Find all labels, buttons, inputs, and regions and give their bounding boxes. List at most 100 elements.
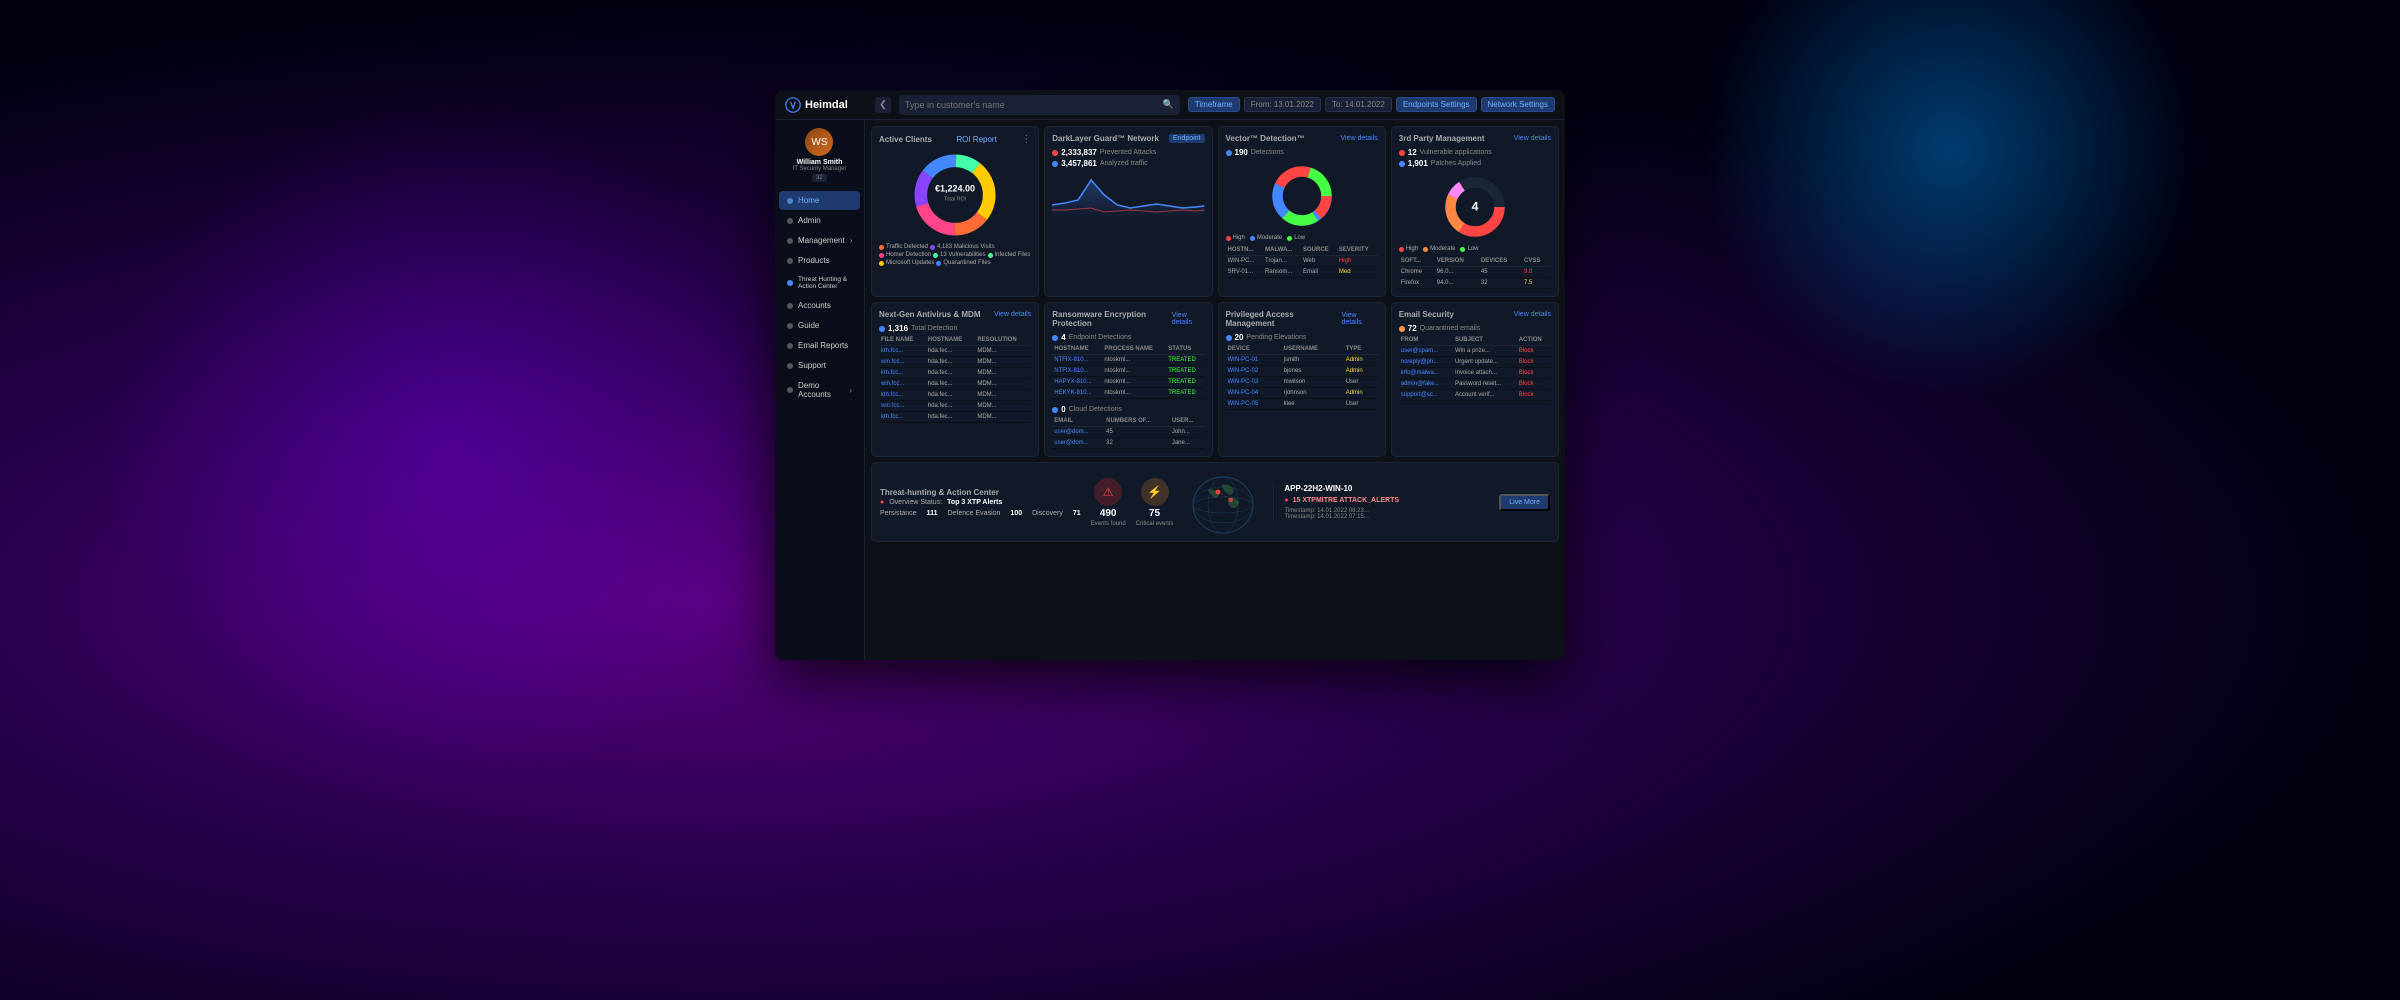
pam-stat-pending: 20 Pending Elevations <box>1226 333 1378 342</box>
threat-critical-stat: ⚡ 75 Critical events <box>1136 478 1174 527</box>
pam-view-details[interactable]: View details <box>1342 312 1378 326</box>
to-date-button[interactable]: To: 14.01.2022 <box>1325 97 1392 112</box>
email-dot-quarantined <box>1399 326 1405 332</box>
rw-cloud-col-email: EMAIL <box>1052 416 1104 427</box>
from-date-button[interactable]: From: 13.01.2022 <box>1244 97 1321 112</box>
vector-detections-value: 190 <box>1235 148 1248 157</box>
legend-malicious: 4,183 Malicious Visits <box>930 244 995 250</box>
table-row: WIN-PC-03 mwilson User <box>1226 377 1378 388</box>
sidebar-label-admin: Admin <box>798 216 821 225</box>
sidebar-item-products[interactable]: Products <box>779 251 860 270</box>
email-col-from: FROM <box>1399 335 1453 346</box>
third-party-dot-vuln <box>1399 150 1405 156</box>
third-party-legend-high: High <box>1399 246 1418 252</box>
legend-dot-quarantine <box>936 261 941 266</box>
sidebar-item-demo-accounts[interactable]: Demo Accounts › <box>779 376 860 404</box>
legend-ms: Microsoft Updates <box>879 260 934 266</box>
roi-donut-container: €1,224.00 Total ROI <box>879 150 1031 240</box>
table-row: win.fcc... hda.fec... MDM... <box>879 401 1031 412</box>
timeframe-button[interactable]: Timeframe <box>1188 97 1240 112</box>
ransomware-cloud-value: 0 <box>1061 405 1065 414</box>
sidebar-dot-accounts <box>787 303 793 309</box>
logo-text: Heimdal <box>805 99 848 111</box>
nextgen-table: FILE NAME HOSTNAME RESOLUTION kth.fcc...… <box>879 335 1031 423</box>
threat-hunting-title: Threat-hunting & Action Center <box>880 488 1081 497</box>
live-more-button[interactable]: Live More <box>1499 494 1550 511</box>
pam-pending-label: Pending Elevations <box>1246 334 1306 341</box>
sidebar-label-home: Home <box>798 196 819 205</box>
pam-table: DEVICE USERNAME TYPE WIN-PC-01 jsmith Ad… <box>1226 344 1378 410</box>
table-row: info@malwa... Invoice attach... Block <box>1399 368 1551 379</box>
table-row: HAPYX-810... ntoskrnl... TREATED <box>1052 377 1204 388</box>
third-party-view-details[interactable]: View details <box>1514 135 1551 142</box>
sidebar-dot-threat-hunting <box>787 280 793 286</box>
table-row: kth.fcc... hda.fec... MDM... <box>879 368 1031 379</box>
globe-area <box>1183 467 1263 537</box>
collapse-button[interactable]: ❮ <box>875 97 891 113</box>
legend-dot-infected <box>988 253 993 258</box>
threat-metrics: Persistance 111 Defence Evasion 100 Disc… <box>880 510 1081 517</box>
ransomware-view-details[interactable]: View details <box>1172 312 1205 326</box>
threat-persistence-label: Persistance <box>880 510 917 517</box>
threat-defence-value: 100 <box>1010 510 1022 517</box>
threat-discovery-label: Discovery <box>1032 510 1063 517</box>
threat-hunting-title-area: Threat-hunting & Action Center ● Overvie… <box>880 488 1081 517</box>
search-bar[interactable]: 🔍 <box>899 95 1180 115</box>
tp-col-cvss: CVSS <box>1522 256 1551 267</box>
vector-dot-detections <box>1226 150 1232 156</box>
third-party-table: SOFT... VERSION DEVICES CVSS Chrome 96.0… <box>1399 256 1551 289</box>
sidebar-item-guide[interactable]: Guide <box>779 316 860 335</box>
table-row: Chrome 96.0... 45 9.8 <box>1399 267 1551 278</box>
vector-stat-detections: 190 Detections <box>1226 148 1378 157</box>
legend-dot-vuln <box>933 253 938 258</box>
sidebar-label-email-reports: Email Reports <box>798 341 848 350</box>
endpoint-settings-button[interactable]: Endpoints Settings <box>1396 97 1477 112</box>
row-2: Next-Gen Antivirus & MDM View details 1,… <box>871 302 1559 457</box>
sidebar-dot-demo-accounts <box>787 387 793 393</box>
threat-overview-status: ● Overview Status: Top 3 XTP Alerts <box>880 499 1081 506</box>
table-row: user@dom... 45 John... <box>1052 427 1204 438</box>
threat-persistence-value: 111 <box>927 510 938 517</box>
user-role: IT Security Manager <box>793 166 847 172</box>
sidebar-item-admin[interactable]: Admin <box>779 211 860 230</box>
vector-col-malware: MALWA... <box>1263 245 1301 256</box>
sidebar-item-management[interactable]: Management › <box>779 231 860 250</box>
email-title: Email Security <box>1399 310 1454 319</box>
sidebar-item-accounts[interactable]: Accounts <box>779 296 860 315</box>
legend-homer: Homer Detection <box>879 252 931 258</box>
email-stat-quarantined: 72 Quarantined emails <box>1399 324 1551 333</box>
sidebar-item-email-reports[interactable]: Email Reports <box>779 336 860 355</box>
vector-view-details[interactable]: View details <box>1341 135 1378 142</box>
active-clients-menu[interactable]: ⋮ <box>1021 134 1031 145</box>
ransomware-endpoint-value: 4 <box>1061 333 1065 342</box>
pam-col-username: USERNAME <box>1282 344 1344 355</box>
email-view-details[interactable]: View details <box>1514 311 1551 318</box>
sidebar-dot-management <box>787 238 793 244</box>
table-row: win.fcc... hda.fec... MDM... <box>879 357 1031 368</box>
sidebar-item-threat-hunting[interactable]: Threat Hunting & Action Center <box>779 271 860 295</box>
table-row: Firefox 94.0... 32 7.5 <box>1399 278 1551 289</box>
darklayer-traffic-label: Analyzed traffic <box>1100 160 1148 167</box>
avatar: WS <box>805 128 833 156</box>
email-quarantine-value: 72 <box>1408 324 1417 333</box>
svg-text:€1,224.00: €1,224.00 <box>935 183 975 193</box>
darklayer-tab[interactable]: Endpoint <box>1169 134 1205 143</box>
sidebar-item-home[interactable]: Home <box>779 191 860 210</box>
top-buttons: Timeframe From: 13.01.2022 To: 14.01.202… <box>1188 97 1555 112</box>
nextgen-view-details[interactable]: View details <box>994 311 1031 318</box>
active-clients-card: Active Clients ROI Report ⋮ <box>871 126 1039 297</box>
ransomware-dot-endpoint <box>1052 335 1058 341</box>
network-settings-button[interactable]: Network Settings <box>1481 97 1555 112</box>
table-row: HEKYK-810... ntoskrnl... TREATED <box>1052 388 1204 399</box>
table-row: SRV-01... Ransom... Email Med <box>1226 267 1378 278</box>
legend-dot-ms <box>879 261 884 266</box>
search-input[interactable] <box>905 100 1159 110</box>
third-party-dot-patches <box>1399 161 1405 167</box>
sidebar-dot-admin <box>787 218 793 224</box>
sidebar-item-support[interactable]: Support <box>779 356 860 375</box>
ransomware-dot-cloud <box>1052 407 1058 413</box>
legend-vuln: 13 Vulnerabilities <box>933 252 985 258</box>
table-row: support@sc... Account verif... Block <box>1399 390 1551 401</box>
sidebar-label-management: Management <box>798 236 845 245</box>
svg-text:Total ROI: Total ROI <box>944 196 966 202</box>
